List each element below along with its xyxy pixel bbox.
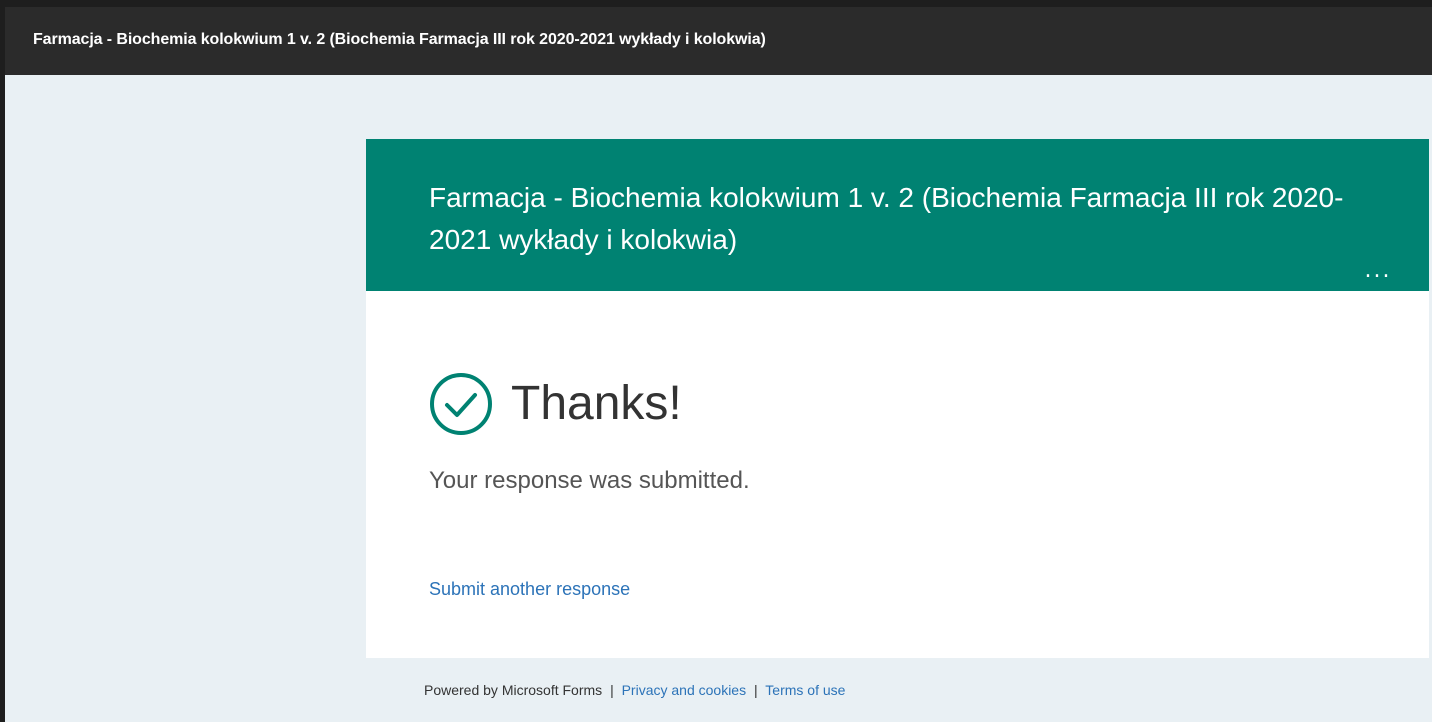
powered-by-text: Powered by Microsoft Forms (424, 682, 603, 698)
footer: Powered by Microsoft Forms | Privacy and… (424, 682, 845, 698)
terms-of-use-link[interactable]: Terms of use (765, 682, 845, 698)
window-titlebar: Farmacja - Biochemia kolokwium 1 v. 2 (B… (5, 7, 1432, 75)
check-circle-icon (430, 373, 492, 435)
form-title: Farmacja - Biochemia kolokwium 1 v. 2 (B… (429, 182, 1344, 255)
window-title: Farmacja - Biochemia kolokwium 1 v. 2 (B… (33, 31, 766, 48)
privacy-and-cookies-link[interactable]: Privacy and cookies (622, 682, 747, 698)
footer-separator: | (754, 682, 758, 698)
browser-frame: Farmacja - Biochemia kolokwium 1 v. 2 (B… (5, 7, 1432, 722)
more-options-icon[interactable]: ... (1363, 260, 1393, 282)
form-card: Farmacja - Biochemia kolokwium 1 v. 2 (B… (366, 139, 1429, 658)
form-header: Farmacja - Biochemia kolokwium 1 v. 2 (B… (366, 139, 1429, 291)
confirmation-heading-row: Thanks! (429, 372, 682, 436)
submit-another-response-link[interactable]: Submit another response (429, 579, 630, 600)
thanks-heading: Thanks! (511, 377, 682, 430)
submitted-message: Your response was submitted. (429, 467, 750, 494)
footer-separator: | (610, 682, 614, 698)
